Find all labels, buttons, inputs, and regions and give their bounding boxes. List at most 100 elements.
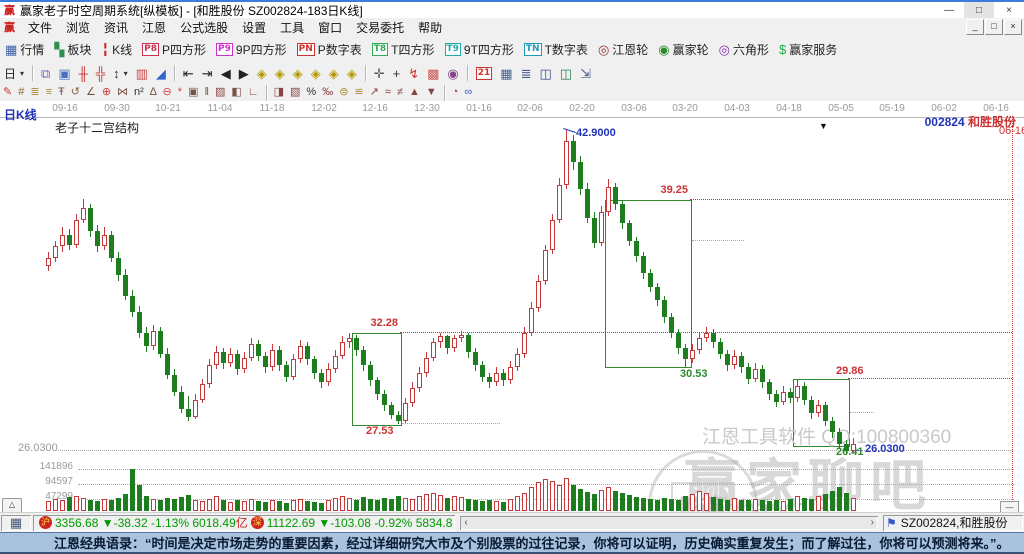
tool-period-select[interactable]: 日 ▾ (0, 64, 28, 82)
volume-bar (585, 492, 590, 511)
scroll-left-icon[interactable]: ‹ (464, 517, 467, 528)
menu-item-7[interactable]: 工具 (273, 21, 311, 35)
scroll-right-icon[interactable]: › (871, 517, 874, 528)
draw-square-number-tool[interactable]: n² (131, 85, 147, 100)
tool-first-bar[interactable]: ⇤ (179, 64, 198, 82)
draw-t-line-tool[interactable]: Ŧ (55, 85, 68, 100)
maximize-button[interactable]: □ (964, 2, 994, 18)
main-winner-service[interactable]: $ 赢家服务 (774, 39, 842, 59)
menu-item-1[interactable]: 文件 (21, 21, 59, 35)
main-gann-wheel[interactable]: ◎ 江恩轮 (593, 39, 653, 59)
draw-time-levels-tool[interactable]: ≡ (43, 85, 55, 100)
tool-calendar[interactable]: 21 (472, 64, 497, 82)
draw-arc-tool[interactable]: ↺ (68, 85, 83, 100)
tool-chart-frame[interactable]: ▥ (132, 64, 152, 82)
minimize-button[interactable]: — (934, 2, 964, 18)
tool-trend-tool[interactable]: ↯ (404, 64, 423, 82)
tool-info-window[interactable]: ▣ (54, 64, 74, 82)
draw-angle-tool[interactable]: ∠ (83, 85, 99, 100)
quote-grid-button[interactable]: ▦ (1, 515, 31, 531)
tool-price-mark[interactable]: ↕ ▾ (109, 64, 132, 82)
draw-circle-cross-tool[interactable]: ⊕ (99, 85, 114, 100)
structure-label: 老子十二宫结构 (55, 121, 140, 135)
main-sectors[interactable]: ▚ 板块 (49, 39, 96, 59)
draw-ellipse-tool[interactable]: ⊖ (160, 85, 175, 100)
draw-bowtie-tool[interactable]: ⋈ (114, 85, 131, 100)
menu-item-6[interactable]: 设置 (235, 21, 273, 35)
draw-up-flag-tool[interactable]: ▲ (406, 85, 423, 100)
main-p-square[interactable]: P8 P四方形 (137, 39, 211, 59)
main-quotes[interactable]: ▦ 行情 (0, 39, 49, 59)
tool-gann-diamond-2[interactable]: ◈ (271, 64, 289, 82)
collapse-volume-button[interactable]: — (1000, 501, 1019, 512)
tool-stamp-tool[interactable]: ◉ (443, 64, 462, 82)
menu-item-9[interactable]: 交易委托 (349, 21, 411, 35)
tool-gann-diamond-5[interactable]: ◈ (325, 64, 343, 82)
tool-prev-bar[interactable]: ◀ (217, 64, 235, 82)
tool-kline-style-1[interactable]: ╫ (75, 64, 92, 82)
draw-infinity-indicator[interactable]: ∞ (461, 85, 475, 100)
menu-item-8[interactable]: 窗口 (311, 21, 349, 35)
horizontal-scrollbar[interactable]: ‹ › (460, 515, 878, 530)
draw-shade-box-tool[interactable]: ◨ (271, 85, 287, 100)
main-t9-square[interactable]: T9 9T四方形 (440, 39, 519, 59)
main-p9-square[interactable]: P9 9P四方形 (211, 39, 292, 59)
main-t-number-table[interactable]: TN T数字表 (519, 39, 593, 59)
draw-permille-tool[interactable]: ‰ (319, 85, 336, 100)
draw-hatch-tool[interactable]: ▨ (212, 85, 228, 100)
main-winner-wheel[interactable]: ◉ 赢家轮 (653, 39, 713, 59)
draw-price-levels-tool[interactable]: ≣ (27, 85, 42, 100)
menu-item-3[interactable]: 资讯 (97, 21, 135, 35)
menu-item-5[interactable]: 公式选股 (173, 21, 235, 35)
tool-kline-style-2[interactable]: ╬ (92, 64, 109, 82)
tool-grid-tool[interactable]: ▩ (423, 64, 443, 82)
draw-gann-grid-tool[interactable]: # (15, 85, 27, 100)
main-kline[interactable]: ╏ K线 (96, 39, 137, 59)
draw-triangle-tool[interactable]: ∆ (147, 85, 160, 100)
tool-calculator[interactable]: ▦ (496, 64, 516, 82)
tool-save-net[interactable]: ◫ (556, 64, 576, 82)
tool-crosshair-tool[interactable]: + (389, 64, 405, 82)
tool-gann-diamond-3[interactable]: ◈ (289, 64, 307, 82)
draw-pie-indicator[interactable]: ◔ (449, 85, 462, 100)
volume-bar (725, 500, 730, 511)
tool-gann-diamond-4[interactable]: ◈ (307, 64, 325, 82)
tool-next-bar[interactable]: ▶ (235, 64, 253, 82)
tool-data-list[interactable]: ≣ (517, 64, 536, 82)
draw-right-angle-tool[interactable]: ∟ (245, 85, 262, 100)
draw-wave-tool[interactable]: ≈ (382, 85, 394, 100)
draw-down-flag-tool[interactable]: ▼ (423, 85, 440, 100)
draw-parallel-lines-tool[interactable]: ‖ (201, 85, 212, 100)
main-hexagon[interactable]: ◎ 六角形 (714, 39, 774, 59)
mdi-minimize-button[interactable]: _ (966, 19, 984, 35)
zoom-out-button[interactable]: △ (2, 498, 22, 512)
draw-hatch2-tool[interactable]: ▧ (287, 85, 303, 100)
draw-percent-tool[interactable]: % (303, 85, 319, 100)
draw-balance-tool[interactable]: ⊜ (336, 85, 351, 100)
draw-ray-tool[interactable]: ↗ (367, 85, 382, 100)
chart-canvas[interactable]: 09-16 09-30 10-21 11-04 11-18 12-02 12-16 12-30… (0, 101, 1024, 512)
tool-export[interactable]: ⇲ (576, 64, 595, 82)
draw-box-tool[interactable]: ▣ (185, 85, 201, 100)
draw-congruent-tool[interactable]: ≌ (351, 85, 366, 100)
menu-item-10[interactable]: 帮助 (411, 21, 449, 35)
menu-item-2[interactable]: 浏览 (59, 21, 97, 35)
mdi-restore-button[interactable]: □ (985, 19, 1003, 35)
tool-pan-tool[interactable]: ✛ (370, 64, 389, 82)
tool-gann-diamond-6[interactable]: ◈ (343, 64, 361, 82)
tool-save-disk[interactable]: ◫ (535, 64, 555, 82)
draw-star-tool[interactable]: * (175, 85, 185, 100)
menu-item-4[interactable]: 江恩 (135, 21, 173, 35)
volume-bar (739, 500, 744, 511)
main-t-square[interactable]: T8 T四方形 (367, 39, 440, 59)
tool-cascade-windows[interactable]: ⧉ (37, 64, 54, 82)
tool-color-flag[interactable]: ◢ (152, 64, 170, 82)
mdi-close-button[interactable]: × (1004, 19, 1022, 35)
close-button[interactable]: × (994, 2, 1024, 18)
draw-half-box-tool[interactable]: ◧ (228, 85, 244, 100)
draw-pen-tool[interactable]: ✎ (0, 85, 15, 100)
main-p-number-table[interactable]: PN P数字表 (292, 39, 367, 59)
tool-gann-diamond-1[interactable]: ◈ (253, 64, 271, 82)
tool-last-bar[interactable]: ⇥ (198, 64, 217, 82)
draw-channel-tool[interactable]: ≠ (394, 85, 406, 100)
